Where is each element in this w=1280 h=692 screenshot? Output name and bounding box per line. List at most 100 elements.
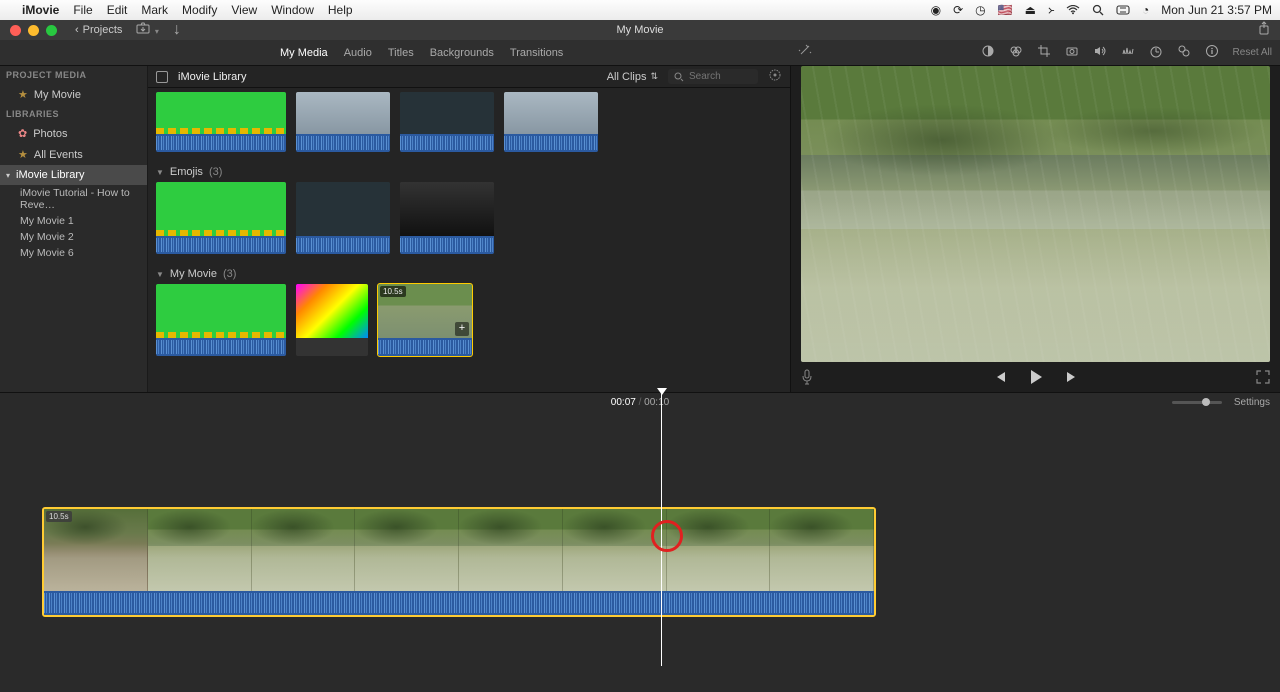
sidebar-event[interactable]: My Movie 6	[0, 245, 147, 261]
menu-file[interactable]: File	[73, 3, 92, 17]
tab-my-media[interactable]: My Media	[280, 47, 328, 59]
browser-group-header[interactable]: My Movie (3)	[156, 264, 782, 284]
clip-audio-track[interactable]	[44, 591, 874, 615]
tab-titles[interactable]: Titles	[388, 47, 414, 59]
tab-transitions[interactable]: Transitions	[510, 47, 563, 59]
current-time: 00:07	[611, 397, 636, 408]
info-button[interactable]	[1205, 44, 1219, 61]
clip-trim-handle-right[interactable]	[868, 509, 874, 615]
prev-frame-button[interactable]	[993, 370, 1009, 384]
stabilization-button[interactable]	[1065, 44, 1079, 61]
auto-enhance-button[interactable]	[798, 43, 812, 62]
media-clip[interactable]	[400, 92, 494, 152]
search-field[interactable]	[668, 69, 758, 84]
timeline[interactable]: 10.5s	[0, 412, 1280, 692]
media-clip-titles[interactable]	[296, 284, 368, 356]
browser-settings-button[interactable]	[768, 68, 782, 85]
crop-button[interactable]	[1037, 44, 1051, 61]
menu-mark[interactable]: Mark	[141, 3, 168, 17]
window-title: My Movie	[616, 24, 663, 36]
preview-canvas[interactable]	[801, 66, 1270, 362]
sidebar-item-label: All Events	[34, 149, 83, 161]
clip-trim-handle-left[interactable]	[44, 509, 50, 615]
window-close-button[interactable]	[10, 25, 21, 36]
import-button[interactable]: ▾	[136, 21, 158, 39]
dropdown-label: All Clips	[607, 71, 647, 83]
status-search-icon[interactable]	[1092, 4, 1104, 16]
status-flag-icon[interactable]: 🇺🇸	[998, 3, 1013, 17]
status-record-icon[interactable]: ◉	[931, 3, 941, 17]
projects-back-button[interactable]: ‹ Projects	[75, 24, 122, 36]
share-button[interactable]	[1258, 21, 1270, 40]
projects-label: Projects	[83, 24, 123, 36]
reset-all-button[interactable]: Reset All	[1233, 47, 1272, 58]
menu-help[interactable]: Help	[328, 3, 353, 17]
search-input[interactable]	[689, 71, 749, 82]
window-minimize-button[interactable]	[28, 25, 39, 36]
tab-backgrounds[interactable]: Backgrounds	[430, 47, 494, 59]
voiceover-button[interactable]	[801, 369, 813, 385]
volume-button[interactable]	[1093, 44, 1107, 61]
sidebar-project-media[interactable]: ★ My Movie	[0, 84, 147, 105]
timeline-settings-button[interactable]: Settings	[1234, 397, 1270, 408]
color-correction-button[interactable]	[1009, 44, 1023, 61]
media-clip-selected[interactable]: 10.5s +	[378, 284, 472, 356]
sidebar-event[interactable]: iMovie Tutorial - How to Reve…	[0, 185, 147, 213]
menu-view[interactable]: View	[231, 3, 257, 17]
noise-reduction-button[interactable]	[1121, 44, 1135, 61]
group-count: (3)	[209, 166, 222, 178]
status-wifi-icon[interactable]	[1066, 5, 1080, 15]
next-frame-button[interactable]	[1063, 370, 1079, 384]
window-zoom-button[interactable]	[46, 25, 57, 36]
media-clip[interactable]	[156, 284, 286, 356]
menu-edit[interactable]: Edit	[107, 3, 128, 17]
media-clip[interactable]	[296, 182, 390, 254]
status-controlcenter-icon[interactable]	[1116, 5, 1130, 15]
group-name: Emojis	[170, 166, 203, 178]
status-eject-icon[interactable]: ⏏	[1025, 3, 1036, 17]
media-clip[interactable]	[156, 182, 286, 254]
timeline-clip[interactable]: 10.5s	[42, 507, 876, 617]
browser-title: iMovie Library	[178, 71, 246, 83]
add-to-timeline-icon[interactable]: +	[455, 322, 469, 336]
sidebar-event[interactable]: My Movie 2	[0, 229, 147, 245]
total-time: 00:10	[644, 397, 669, 408]
sidebar-photos[interactable]: ✿ Photos	[0, 123, 147, 144]
playhead-marker[interactable]	[657, 388, 667, 395]
time-indicator-bar: 00:07 / 00:10 Settings	[0, 392, 1280, 412]
status-sync-icon[interactable]: ⟳	[953, 3, 963, 17]
clip-filter-dropdown[interactable]: All Clips ⇅	[607, 71, 658, 83]
browser-group-header[interactable]: Emojis (3)	[156, 162, 782, 182]
play-button[interactable]	[1027, 368, 1045, 386]
status-user-icon[interactable]: ◔	[1142, 3, 1149, 17]
app-menu[interactable]: iMovie	[22, 3, 59, 17]
speed-button[interactable]	[1149, 44, 1163, 61]
media-clip[interactable]	[156, 92, 286, 152]
macos-menubar: iMovie File Edit Mark Modify View Window…	[0, 0, 1280, 20]
menu-modify[interactable]: Modify	[182, 3, 217, 17]
clip-filter-button[interactable]	[1177, 44, 1191, 61]
search-icon	[674, 72, 684, 82]
chevron-down-icon: ▾	[6, 171, 10, 180]
sidebar-imovie-library[interactable]: ▾ iMovie Library	[0, 165, 147, 185]
media-clip[interactable]	[400, 182, 494, 254]
group-name: My Movie	[170, 268, 217, 280]
duration-badge: 10.5s	[380, 286, 406, 297]
menu-window[interactable]: Window	[271, 3, 314, 17]
media-tabs: My Media Audio Titles Backgrounds Transi…	[280, 47, 563, 59]
fullscreen-button[interactable]	[1256, 370, 1270, 384]
download-arrow-icon[interactable]: ↓	[173, 21, 181, 39]
timeline-zoom-slider[interactable]	[1172, 401, 1222, 404]
tab-audio[interactable]: Audio	[344, 47, 372, 59]
status-bluetooth-icon[interactable]: ᚛	[1048, 3, 1054, 17]
sidebar-all-events[interactable]: ★ All Events	[0, 144, 147, 165]
list-view-toggle[interactable]	[156, 71, 168, 83]
menubar-clock[interactable]: Mon Jun 21 3:57 PM	[1161, 3, 1272, 17]
media-clip[interactable]	[504, 92, 598, 152]
sidebar: PROJECT MEDIA ★ My Movie LIBRARIES ✿ Pho…	[0, 66, 148, 392]
status-clock-icon[interactable]: ◷	[975, 3, 985, 17]
sidebar-event[interactable]: My Movie 1	[0, 213, 147, 229]
media-clip[interactable]	[296, 92, 390, 152]
color-balance-button[interactable]	[981, 44, 995, 61]
sidebar-section-project: PROJECT MEDIA	[0, 66, 147, 84]
